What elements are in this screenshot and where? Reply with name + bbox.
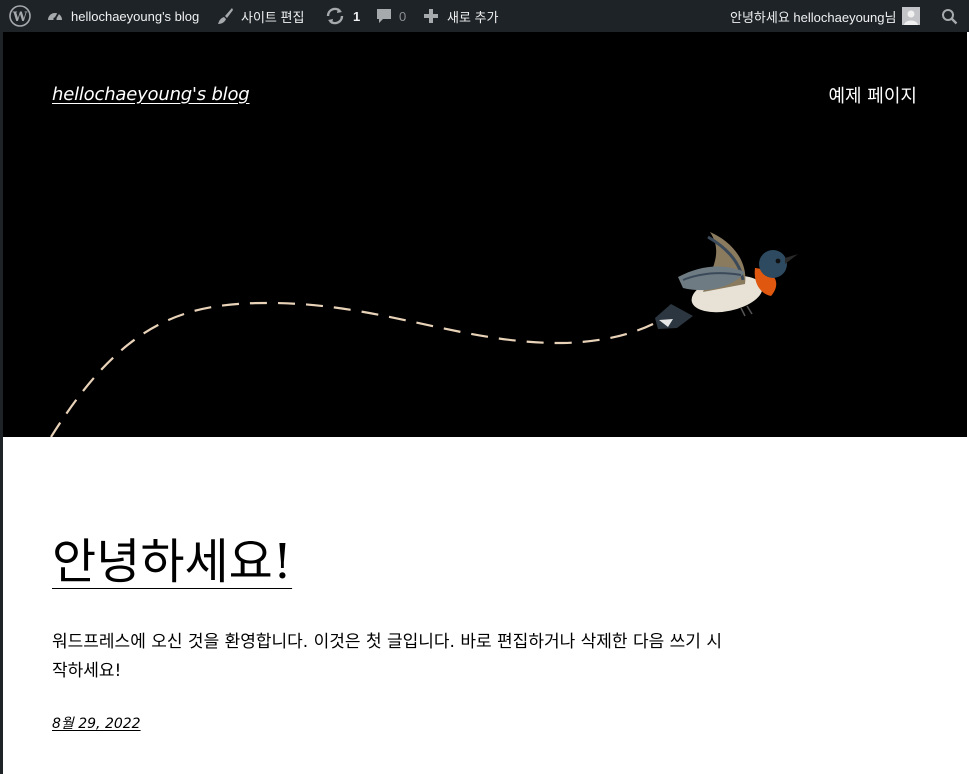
post-title[interactable]: 안녕하세요! xyxy=(52,522,292,592)
new-content-button[interactable]: 새로 추가 xyxy=(423,0,498,32)
dashboard-icon xyxy=(48,12,62,21)
greeting-label: 안녕하세요 hellochaeyoung님 xyxy=(730,9,897,25)
new-content-label: 새로 추가 xyxy=(447,9,499,25)
wordpress-logo-icon[interactable]: W xyxy=(9,0,31,32)
edit-site-button[interactable]: 사이트 편집 xyxy=(216,0,304,32)
comments-button[interactable]: 0 xyxy=(375,0,406,32)
site-name-label: hellochaeyoung's blog xyxy=(71,8,200,24)
comments-count: 0 xyxy=(399,8,407,24)
svg-text:W: W xyxy=(12,10,28,25)
brush-icon xyxy=(218,8,233,24)
updates-icon xyxy=(326,7,344,25)
avatar xyxy=(902,7,921,25)
edit-site-label: 사이트 편집 xyxy=(241,9,305,25)
comment-icon xyxy=(377,9,391,23)
nav-item-sample-page[interactable]: 예제 페이지 xyxy=(828,82,917,108)
admin-bar: W hellochaeyoung's blog 사이트 편집 1 0 새로 추가… xyxy=(0,0,969,32)
bird-icon xyxy=(655,232,798,329)
post-date[interactable]: 8월 29, 2022 xyxy=(52,713,141,733)
plus-icon xyxy=(424,9,438,23)
site-title[interactable]: hellochaeyoung's blog xyxy=(52,84,250,105)
site-header: hellochaeyoung's blog 예제 페이지 xyxy=(3,32,967,437)
search-icon[interactable] xyxy=(941,0,958,32)
updates-count: 1 xyxy=(353,8,361,24)
post-excerpt: 워드프레스에 오신 것을 환영합니다. 이것은 첫 글입니다. 바로 편집하거나… xyxy=(52,632,722,681)
site-name-menu[interactable]: hellochaeyoung's blog xyxy=(46,0,199,32)
updates-button[interactable]: 1 xyxy=(325,0,360,32)
my-account-menu[interactable]: 안녕하세요 hellochaeyoung님 xyxy=(730,0,921,32)
